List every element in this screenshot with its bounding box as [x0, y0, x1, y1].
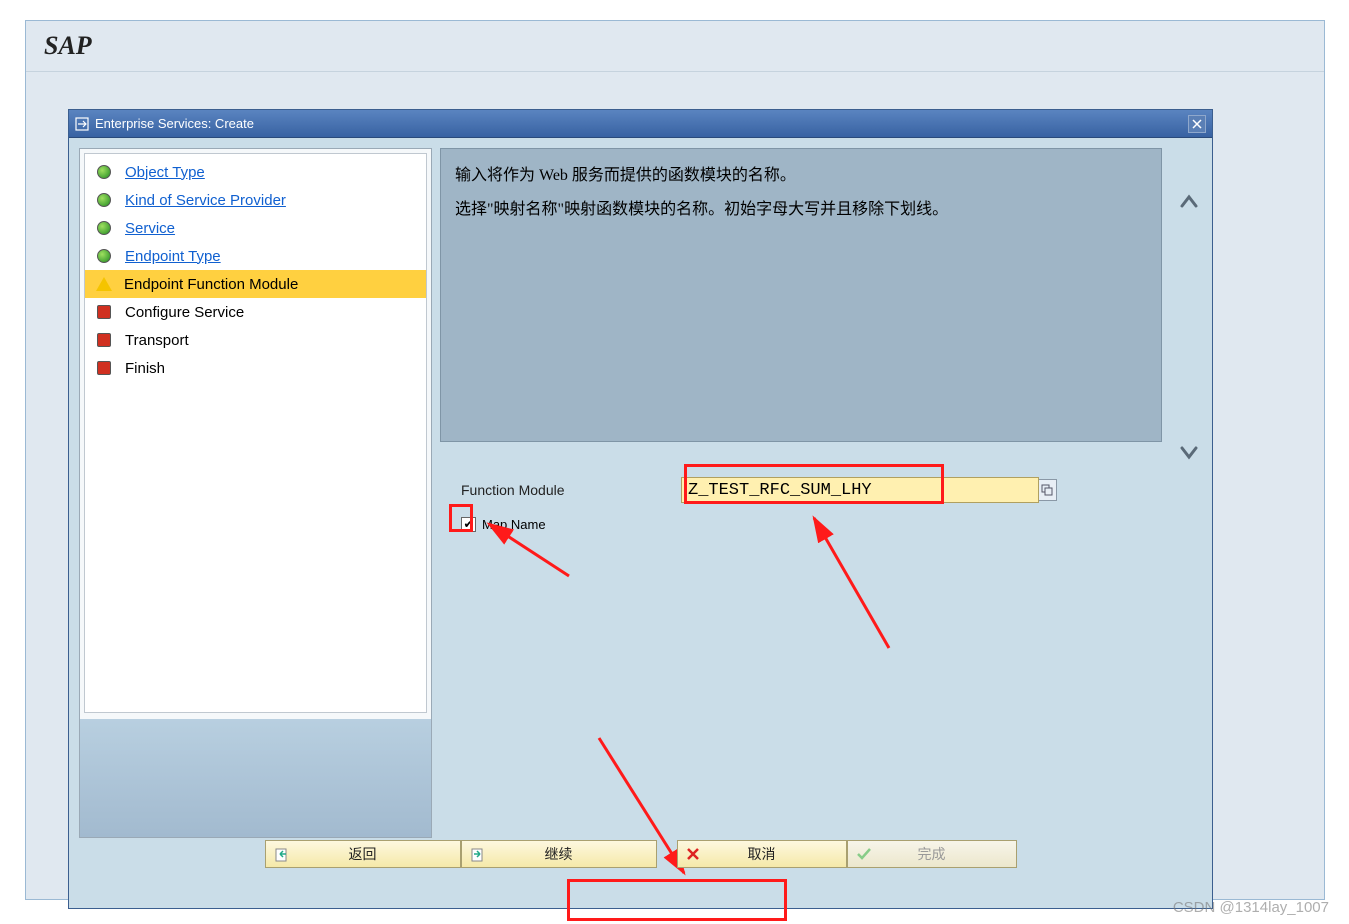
status-todo-icon	[97, 361, 111, 375]
status-todo-icon	[97, 305, 111, 319]
wizard-dialog: Enterprise Services: Create Object Type …	[68, 109, 1213, 909]
finish-icon	[856, 847, 872, 861]
sap-logo: SAP	[26, 21, 1324, 72]
cancel-button[interactable]: 取消	[677, 840, 847, 868]
close-icon[interactable]	[1188, 115, 1206, 133]
app-window: SAP Enterprise Services: Create Object T…	[25, 20, 1325, 900]
dialog-icon	[75, 117, 89, 131]
button-label: 取消	[748, 844, 776, 864]
dialog-title: Enterprise Services: Create	[95, 116, 1188, 131]
button-label: 继续	[545, 844, 573, 864]
description-panel: 输入将作为 Web 服务而提供的函数模块的名称。 选择"映射名称"映射函数模块的…	[440, 148, 1162, 442]
nav-panel-lower	[80, 719, 431, 837]
step-label[interactable]: Service	[125, 220, 175, 237]
dialog-body: Object Type Kind of Service Provider Ser…	[69, 138, 1212, 878]
step-kind-of-service-provider[interactable]: Kind of Service Provider	[85, 186, 426, 214]
continue-button[interactable]: 继续	[461, 840, 657, 868]
function-module-label: Function Module	[449, 482, 681, 498]
status-done-icon	[97, 249, 111, 263]
step-endpoint-type[interactable]: Endpoint Type	[85, 242, 426, 270]
continue-icon	[470, 846, 486, 862]
step-service[interactable]: Service	[85, 214, 426, 242]
step-finish: Finish	[85, 354, 426, 382]
finish-button: 完成	[847, 840, 1017, 868]
step-object-type[interactable]: Object Type	[85, 158, 426, 186]
scroll-up-icon[interactable]	[1178, 188, 1200, 220]
step-transport: Transport	[85, 326, 426, 354]
cancel-icon	[686, 847, 700, 861]
button-label: 完成	[918, 844, 946, 864]
function-module-input-wrap	[681, 477, 1039, 503]
wizard-footer: 返回 继续 取消	[69, 840, 1212, 872]
step-endpoint-function-module: Endpoint Function Module	[85, 270, 426, 298]
dialog-titlebar: Enterprise Services: Create	[69, 110, 1212, 138]
description-line: 输入将作为 Web 服务而提供的函数模块的名称。	[455, 159, 1147, 193]
status-current-icon	[96, 277, 112, 291]
status-todo-icon	[97, 333, 111, 347]
annotation-highlight	[567, 879, 787, 921]
step-label: Endpoint Function Module	[124, 276, 298, 293]
description-line: 选择"映射名称"映射函数模块的名称。初始字母大写并且移除下划线。	[455, 193, 1147, 227]
status-done-icon	[97, 221, 111, 235]
step-label: Configure Service	[125, 304, 244, 321]
button-label: 返回	[349, 844, 377, 864]
map-name-row: ✔ Map Name	[449, 510, 1189, 538]
status-done-icon	[97, 193, 111, 207]
map-name-label: Map Name	[482, 517, 546, 532]
back-button[interactable]: 返回	[265, 840, 461, 868]
map-name-checkbox[interactable]: ✔	[461, 517, 476, 532]
wizard-steps-panel: Object Type Kind of Service Provider Ser…	[79, 148, 432, 838]
back-icon	[274, 846, 290, 862]
scroll-down-icon[interactable]	[1178, 438, 1200, 470]
step-label[interactable]: Object Type	[125, 164, 205, 181]
function-module-input[interactable]	[681, 477, 1039, 503]
step-configure-service: Configure Service	[85, 298, 426, 326]
wizard-steps-list: Object Type Kind of Service Provider Ser…	[84, 153, 427, 713]
function-module-row: Function Module	[449, 476, 1189, 504]
step-label: Finish	[125, 360, 165, 377]
step-label: Transport	[125, 332, 189, 349]
watermark: CSDN @1314lay_1007	[1173, 899, 1329, 916]
form-area: Function Module ✔ Map Name	[449, 476, 1189, 544]
step-label[interactable]: Endpoint Type	[125, 248, 221, 265]
step-label[interactable]: Kind of Service Provider	[125, 192, 286, 209]
status-done-icon	[97, 165, 111, 179]
f4-help-icon[interactable]	[1037, 479, 1057, 501]
